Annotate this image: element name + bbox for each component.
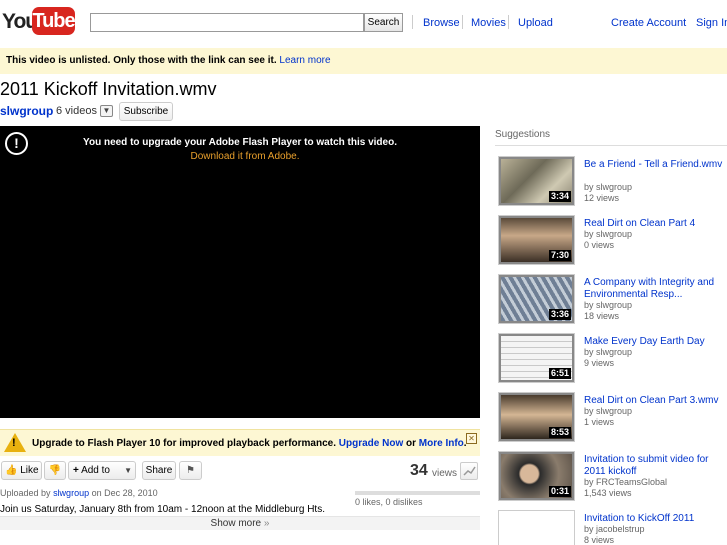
likes-text: 0 likes, 0 dislikes	[355, 497, 423, 507]
uploaded-date: on Dec 28, 2010	[91, 488, 158, 498]
learn-more-link[interactable]: Learn more	[279, 55, 330, 66]
suggestion-views: 9 views	[584, 358, 615, 368]
upgrade-or: or	[406, 438, 417, 449]
video-duration: 0:31	[548, 486, 571, 497]
thumbs-down-icon: 👎	[48, 465, 62, 476]
create-account-link[interactable]: Create Account	[611, 17, 686, 29]
channel-name-link[interactable]: slwgroup	[0, 104, 53, 118]
video-description: Join us Saturday, January 8th from 10am …	[0, 504, 325, 515]
suggestion-item[interactable]: 3:34 Be a Friend - Tell a Friend.wmv by …	[495, 151, 727, 210]
nav-browse[interactable]: Browse	[423, 17, 460, 29]
chevron-down-icon: ▼	[124, 466, 132, 475]
upgrade-text: Upgrade to Flash Player 10 for improved …	[32, 438, 467, 449]
sign-in-link[interactable]: Sign In	[696, 17, 727, 29]
suggestion-thumbnail[interactable]: 3:36	[498, 274, 575, 324]
nav-divider	[508, 15, 509, 29]
suggestion-views: 8 views	[584, 535, 615, 545]
suggestion-views: 1 views	[584, 417, 615, 427]
suggestion-item[interactable]: Invitation to KickOff 2011 by jacobelstr…	[495, 505, 727, 545]
suggestion-views: 1,543 views	[584, 488, 632, 498]
suggestion-views: 0 views	[584, 240, 615, 250]
unlisted-notice: This video is unlisted. Only those with …	[0, 48, 727, 74]
views-label: views	[432, 468, 458, 479]
stats-button[interactable]	[460, 462, 478, 480]
suggestions-divider	[495, 145, 727, 146]
show-more-label: Show more	[210, 518, 262, 529]
suggestion-thumbnail[interactable]: 3:34	[498, 156, 575, 206]
suggestion-thumbnail[interactable]: 7:30	[498, 215, 575, 265]
suggestion-author: by slwgroup	[584, 229, 633, 239]
view-count: 34	[410, 462, 428, 479]
likes-bar	[355, 491, 480, 495]
channel-row: slwgroup 6 videos ▼ Subscribe	[0, 102, 180, 121]
video-duration: 3:36	[548, 309, 571, 320]
more-info-link[interactable]: More Info	[419, 438, 464, 449]
logo-tube: Tube	[32, 7, 76, 35]
close-icon[interactable]: ✕	[466, 433, 477, 444]
search-input[interactable]	[90, 13, 364, 32]
video-player[interactable]: ! You need to upgrade your Adobe Flash P…	[0, 126, 480, 418]
suggestion-thumbnail[interactable]	[498, 510, 575, 545]
youtube-logo[interactable]: You Tube	[2, 6, 76, 36]
video-duration: 7:30	[548, 250, 571, 261]
like-label: Like	[20, 465, 39, 476]
like-button[interactable]: 👍 Like	[1, 461, 42, 480]
suggestion-title-link[interactable]: Be a Friend - Tell a Friend.wmv	[584, 159, 724, 171]
uploaded-info: Uploaded by slwgroup on Dec 28, 2010	[0, 488, 158, 498]
warning-icon-mark: !	[12, 437, 16, 449]
upgrade-now-link[interactable]: Upgrade Now	[339, 438, 403, 449]
suggestion-views: 18 views	[584, 311, 620, 321]
suggestion-item[interactable]: 3:36 A Company with Integrity and Enviro…	[495, 269, 727, 328]
flash-upgrade-message: You need to upgrade your Adobe Flash Pla…	[83, 137, 397, 148]
search-button[interactable]: Search	[364, 13, 403, 32]
suggestion-item[interactable]: 8:53 Real Dirt on Clean Part 3.wmv by sl…	[495, 387, 727, 446]
flash-upgrade-bar: ! Upgrade to Flash Player 10 for improve…	[0, 429, 480, 456]
suggestions-title: Suggestions	[495, 129, 551, 140]
suggestion-author: by jacobelstrup	[584, 524, 645, 534]
suggestion-item[interactable]: 6:51 Make Every Day Earth Day by slwgrou…	[495, 328, 727, 387]
uploaded-prefix: Uploaded by	[0, 488, 51, 498]
chevron-down-icon: »	[263, 518, 270, 529]
add-to-label: Add to	[81, 465, 110, 476]
add-to-button[interactable]: + Add to ▼	[68, 461, 136, 480]
suggestion-item[interactable]: 0:31 Invitation to submit video for 2011…	[495, 446, 727, 505]
show-more-button[interactable]: Show more »	[0, 516, 480, 530]
upgrade-message: Upgrade to Flash Player 10 for improved …	[32, 438, 336, 449]
uploader-link[interactable]: slwgroup	[53, 488, 89, 498]
dislike-button[interactable]: 👎	[44, 461, 66, 480]
suggestion-item[interactable]: 7:30 Real Dirt on Clean Part 4 by slwgro…	[495, 210, 727, 269]
suggestion-title-link[interactable]: Invitation to submit video for 2011 kick…	[584, 454, 724, 478]
suggestion-thumbnail[interactable]: 8:53	[498, 392, 575, 442]
suggestion-views: 12 views	[584, 193, 620, 203]
share-button[interactable]: Share	[142, 461, 176, 480]
thumbs-up-icon: 👍	[5, 465, 18, 476]
nav-upload[interactable]: Upload	[518, 17, 553, 29]
suggestion-thumbnail[interactable]: 0:31	[498, 451, 575, 501]
video-title: 2011 Kickoff Invitation.wmv	[0, 79, 217, 99]
videos-count: 6 videos	[56, 105, 97, 117]
flag-icon: ⚑	[186, 465, 195, 476]
download-flash-link[interactable]: Download it from Adobe.	[0, 151, 490, 162]
video-duration: 3:34	[548, 191, 571, 202]
plus-icon: +	[73, 465, 79, 476]
nav-divider	[412, 15, 413, 29]
nav-divider	[462, 15, 463, 29]
flag-button[interactable]: ⚑	[179, 461, 202, 480]
unlisted-text: This video is unlisted. Only those with …	[6, 55, 277, 66]
suggestion-author: by slwgroup	[584, 406, 633, 416]
suggestion-author: by slwgroup	[584, 182, 633, 192]
suggestion-title-link[interactable]: A Company with Integrity and Environment…	[584, 277, 724, 301]
subscribe-button[interactable]: Subscribe	[119, 102, 173, 121]
nav-movies[interactable]: Movies	[471, 17, 506, 29]
header: You Tube Search Browse Movies Upload Cre…	[0, 0, 727, 46]
suggestion-author: by slwgroup	[584, 300, 633, 310]
video-duration: 8:53	[548, 427, 571, 438]
video-duration: 6:51	[548, 368, 571, 379]
suggestion-author: by slwgroup	[584, 347, 633, 357]
stats-chart-icon	[463, 466, 476, 476]
videos-dropdown-icon[interactable]: ▼	[100, 105, 113, 117]
suggestion-author: by FRCTeamsGlobal	[584, 477, 668, 487]
suggestion-thumbnail[interactable]: 6:51	[498, 333, 575, 383]
